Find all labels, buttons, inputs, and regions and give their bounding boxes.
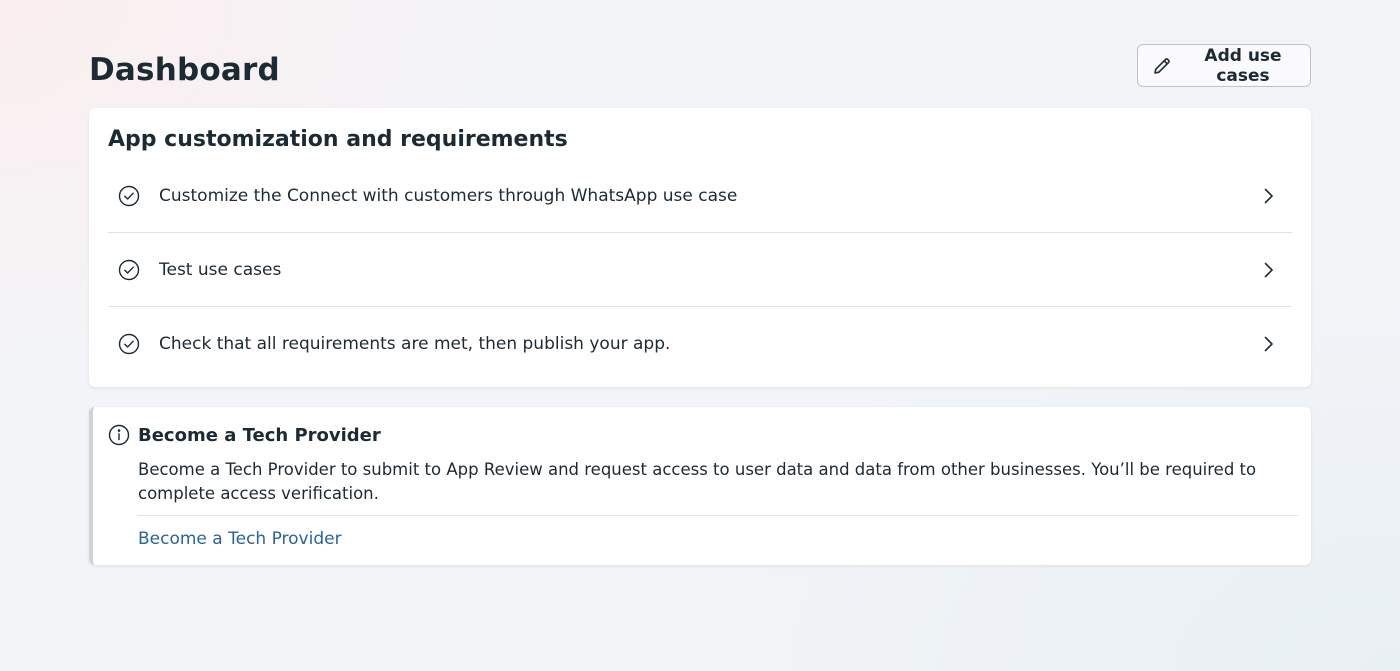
check-circle-icon [118, 185, 140, 207]
requirement-item-test[interactable]: Test use cases [108, 233, 1292, 307]
chevron-right-icon [1258, 334, 1278, 354]
dashboard-page: Dashboard Add use cases App customizatio… [89, 0, 1311, 565]
requirement-item-publish[interactable]: Check that all requirements are met, the… [108, 307, 1292, 381]
requirements-title: App customization and requirements [108, 127, 568, 152]
page-title: Dashboard [89, 52, 280, 88]
tech-provider-title: Become a Tech Provider [138, 424, 381, 446]
chevron-right-icon [1258, 260, 1278, 280]
tech-provider-card: Become a Tech Provider Become a Tech Pro… [89, 407, 1311, 565]
requirement-label: Test use cases [159, 259, 282, 280]
info-icon [108, 424, 130, 446]
add-use-cases-button[interactable]: Add use cases [1137, 44, 1311, 87]
requirement-item-customize[interactable]: Customize the Connect with customers thr… [108, 159, 1292, 233]
divider [138, 515, 1298, 516]
check-circle-icon [118, 259, 140, 281]
page-header: Dashboard Add use cases [89, 0, 1311, 107]
check-circle-icon [118, 333, 140, 355]
pencil-icon [1152, 56, 1172, 76]
tech-provider-header: Become a Tech Provider [108, 424, 381, 446]
add-use-cases-label: Add use cases [1204, 45, 1282, 86]
chevron-right-icon [1258, 186, 1278, 206]
requirements-list: Customize the Connect with customers thr… [108, 159, 1292, 381]
requirement-label: Customize the Connect with customers thr… [159, 185, 738, 206]
tech-provider-description: Become a Tech Provider to submit to App … [138, 460, 1257, 503]
requirement-label: Check that all requirements are met, the… [159, 334, 671, 354]
become-tech-provider-link[interactable]: Become a Tech Provider [138, 529, 342, 549]
